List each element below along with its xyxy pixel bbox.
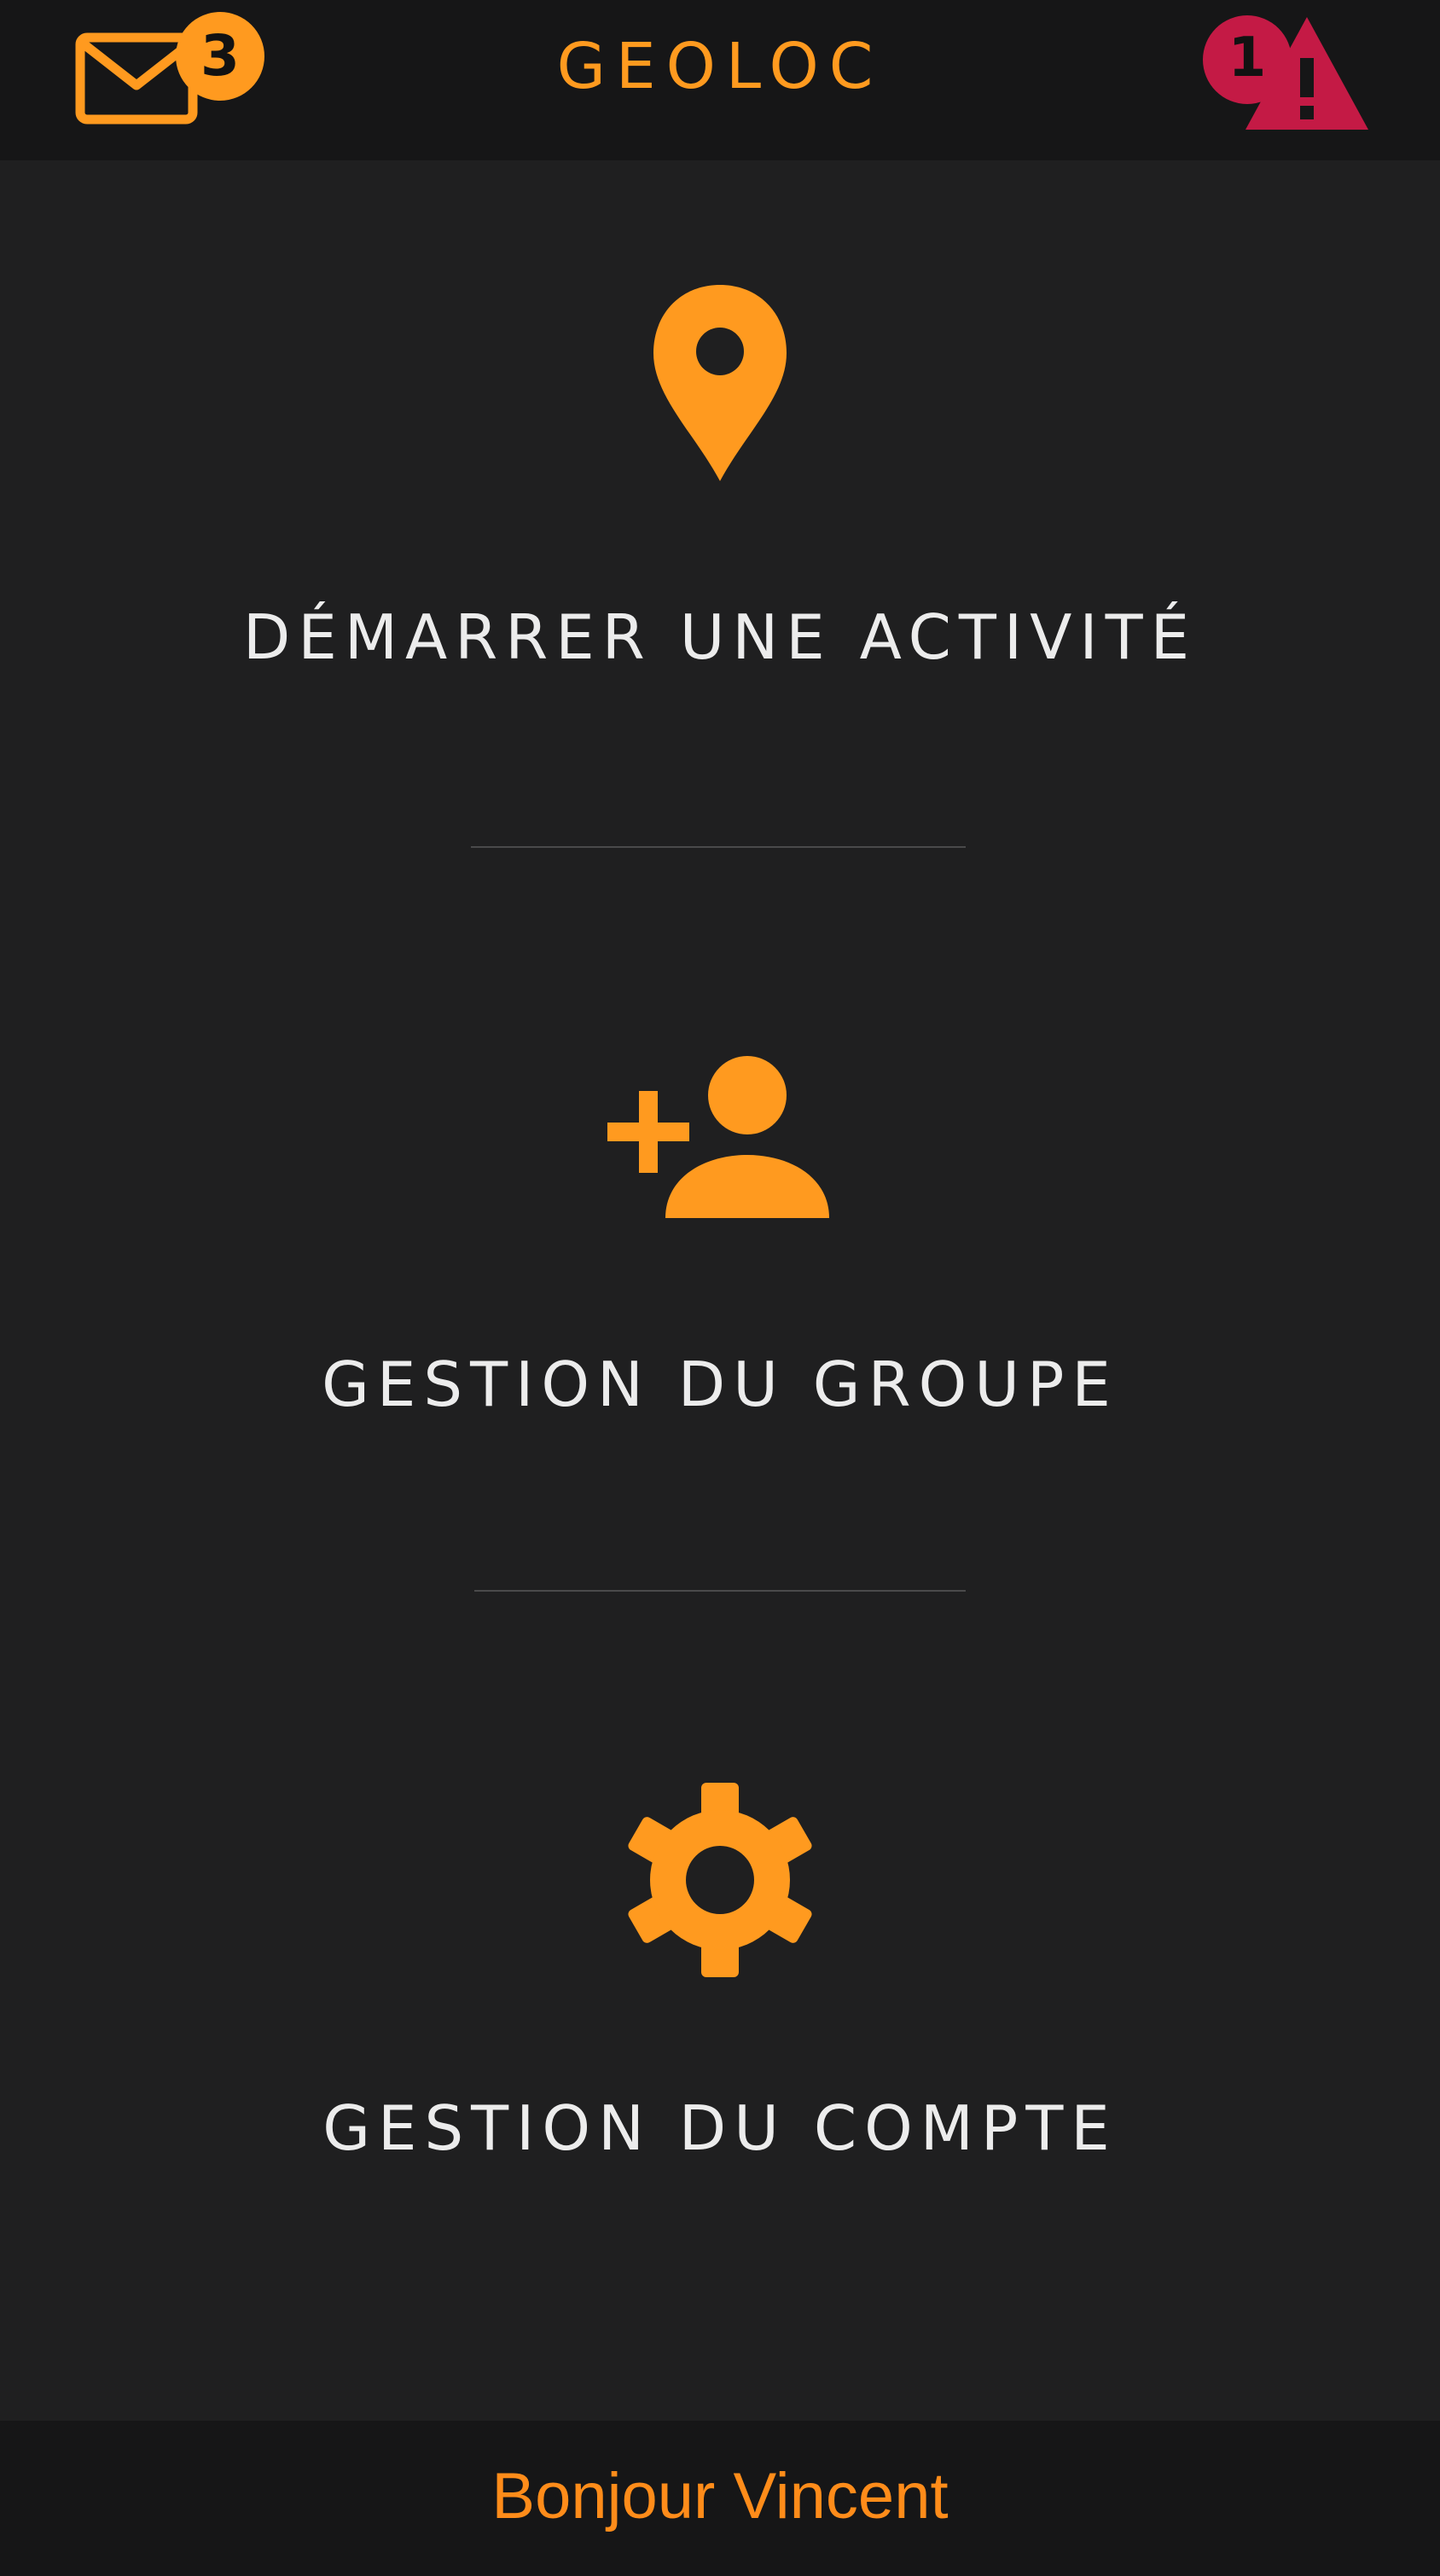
app-title: GEOLOC (556, 30, 884, 103)
greeting-text: Bonjour Vincent (491, 2460, 949, 2532)
gear-icon (507, 1778, 933, 2016)
menu-item-start-activity[interactable]: DÉMARRER UNE ACTIVITÉ (0, 222, 1440, 802)
menu-divider (471, 846, 966, 848)
app-header: 3 GEOLOC 1 (0, 0, 1440, 160)
menu-item-label: GESTION DU COMPTE (322, 2092, 1118, 2164)
mail-button[interactable]: 3 (68, 12, 273, 140)
alert-button[interactable]: 1 (1187, 9, 1384, 136)
app-footer: Bonjour Vincent (0, 2421, 1440, 2576)
map-pin-icon (507, 278, 933, 517)
add-user-icon (507, 1051, 933, 1290)
menu-item-label: GESTION DU GROUPE (322, 1349, 1118, 1420)
menu-item-label: DÉMARRER UNE ACTIVITÉ (242, 601, 1198, 673)
menu-divider (474, 1590, 966, 1592)
menu-item-account-management[interactable]: GESTION DU COMPTE (0, 1709, 1440, 2289)
menu-item-group-management[interactable]: GESTION DU GROUPE (0, 966, 1440, 1546)
mail-count-badge: 3 (176, 12, 264, 101)
alert-count-badge: 1 (1203, 15, 1292, 104)
